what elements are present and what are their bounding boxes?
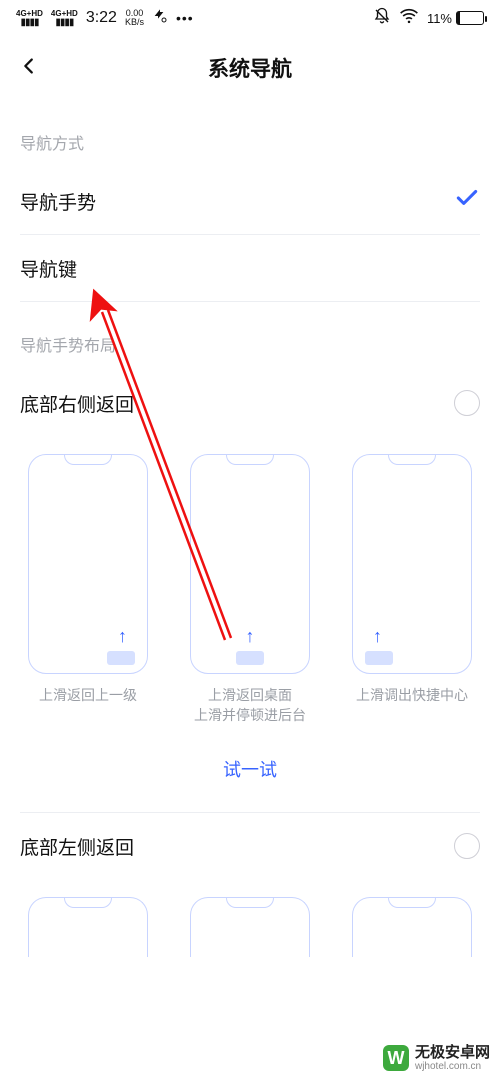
preview-item: ↑ 上滑返回桌面 上滑并停顿进后台 [180, 454, 320, 726]
layout-left-title: 底部左侧返回 [20, 833, 134, 860]
battery-icon [456, 11, 484, 25]
preview-item [342, 897, 482, 957]
phone-preview-icon: ↑ [28, 454, 148, 674]
radio-unchecked-icon[interactable] [454, 833, 480, 859]
preview-caption: 上滑返回桌面 上滑并停顿进后台 [194, 686, 306, 726]
layout-right-title: 底部右侧返回 [20, 390, 134, 417]
battery-indicator: 11% [427, 11, 484, 26]
phone-preview-icon [28, 897, 148, 957]
phone-preview-icon [352, 897, 472, 957]
page-title: 系统导航 [0, 53, 500, 83]
option-keys-label: 导航键 [20, 255, 77, 282]
status-right: 11% [373, 6, 484, 31]
preview-row-left-partial [0, 879, 500, 957]
status-time: 3:22 [86, 9, 117, 27]
signal-1-icon: 4G+HD ▮▮▮▮ [16, 9, 43, 27]
network-speed: 0.00 KB/s [125, 9, 144, 27]
hotspot-icon [152, 8, 168, 29]
option-keys[interactable]: 导航键 [0, 235, 500, 301]
wifi-icon [399, 6, 419, 31]
phone-preview-icon: ↑ [190, 454, 310, 674]
watermark-url: wjhotel.com.cn [415, 1061, 490, 1072]
section-label-nav-mode: 导航方式 [0, 100, 500, 168]
watermark-name: 无极安卓网 [415, 1045, 490, 1062]
radio-unchecked-icon[interactable] [454, 390, 480, 416]
arrow-up-icon: ↑ [373, 626, 382, 647]
signal-2-icon: 4G+HD ▮▮▮▮ [51, 9, 78, 27]
preview-caption: 上滑调出快捷中心 [356, 686, 468, 726]
section-label-gesture-layout: 导航手势布局 [0, 302, 500, 370]
preview-caption: 上滑返回上一级 [39, 686, 137, 726]
preview-row-right: ↑ 上滑返回上一级 ↑ 上滑返回桌面 上滑并停顿进后台 ↑ 上滑调出快捷中心 [0, 436, 500, 732]
more-icon: ••• [176, 10, 194, 26]
screen: 4G+HD ▮▮▮▮ 4G+HD ▮▮▮▮ 3:22 0.00 KB/s ••• [0, 0, 500, 1084]
watermark-logo-icon: W [383, 1045, 409, 1071]
preview-item [18, 897, 158, 957]
preview-item: ↑ 上滑调出快捷中心 [342, 454, 482, 726]
preview-item: ↑ 上滑返回上一级 [18, 454, 158, 726]
check-icon [454, 185, 480, 217]
status-bar: 4G+HD ▮▮▮▮ 4G+HD ▮▮▮▮ 3:22 0.00 KB/s ••• [0, 0, 500, 36]
watermark: W 无极安卓网 wjhotel.com.cn [379, 1043, 494, 1075]
layout-right-row[interactable]: 底部右侧返回 [0, 370, 500, 436]
layout-left-row[interactable]: 底部左侧返回 [0, 813, 500, 879]
phone-preview-icon [190, 897, 310, 957]
page-header: 系统导航 [0, 36, 500, 100]
battery-percent: 11% [427, 11, 452, 26]
dnd-icon [373, 7, 391, 30]
arrow-up-icon: ↑ [118, 626, 127, 647]
option-gesture-label: 导航手势 [20, 188, 96, 215]
status-left: 4G+HD ▮▮▮▮ 4G+HD ▮▮▮▮ 3:22 0.00 KB/s ••• [16, 8, 194, 29]
back-button[interactable] [18, 53, 40, 84]
phone-preview-icon: ↑ [352, 454, 472, 674]
try-button[interactable]: 试一试 [0, 732, 500, 812]
preview-item [180, 897, 320, 957]
option-gesture[interactable]: 导航手势 [0, 168, 500, 234]
arrow-up-icon: ↑ [246, 626, 255, 647]
